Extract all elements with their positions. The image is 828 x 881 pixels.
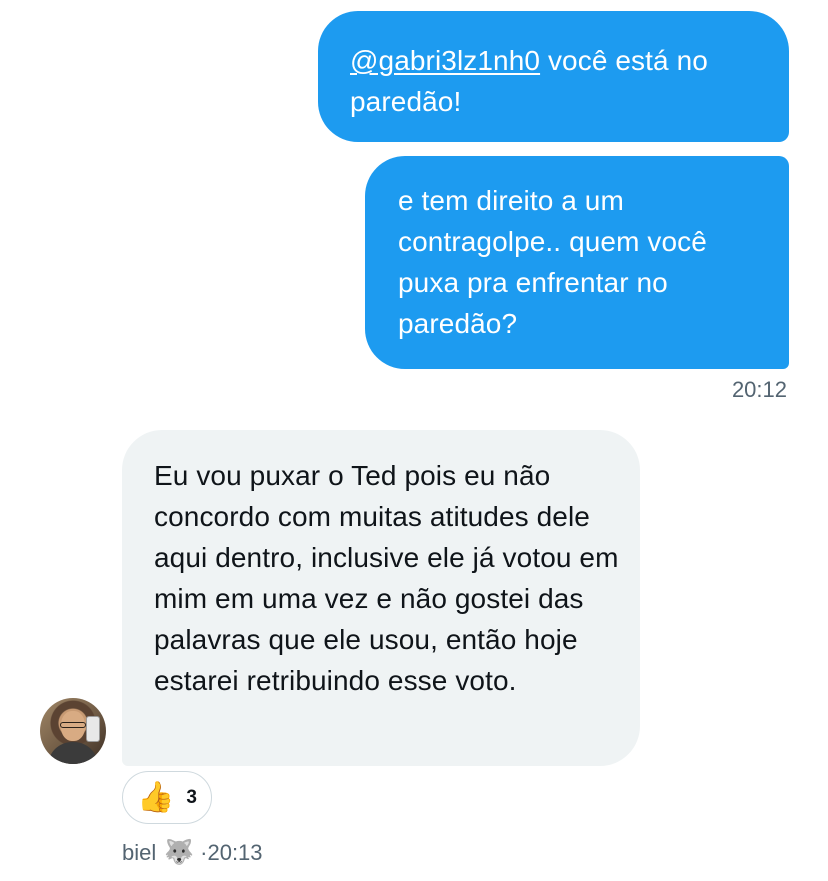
- reaction-count: 3: [186, 786, 197, 808]
- wolf-icon: 🐺: [164, 839, 195, 866]
- sender-name[interactable]: biel: [122, 840, 156, 866]
- reaction-pill[interactable]: 👍 3: [122, 771, 212, 824]
- thumbs-up-icon: 👍: [137, 780, 175, 814]
- incoming-meta: biel 🐺 · 20:13: [122, 838, 263, 867]
- avatar-phone: [86, 716, 100, 742]
- incoming-message[interactable]: Eu vou puxar o Ted pois eu não concordo …: [122, 430, 640, 766]
- outgoing-timestamp: 20:12: [731, 377, 787, 402]
- avatar-glasses: [60, 722, 86, 728]
- outgoing-message-2[interactable]: e tem direito a um contragolpe.. quem vo…: [365, 156, 789, 369]
- avatar-body: [48, 742, 98, 764]
- message-text: Eu vou puxar o Ted pois eu não concordo …: [154, 460, 619, 696]
- avatar[interactable]: [40, 698, 106, 764]
- outgoing-message-1[interactable]: @gabri3lz1nh0 você está no paredão!: [318, 11, 789, 142]
- message-text: e tem direito a um contragolpe.. quem vo…: [398, 185, 707, 339]
- incoming-timestamp: 20:13: [207, 839, 263, 865]
- meta-separator: ·: [200, 839, 208, 865]
- mention-link[interactable]: @gabri3lz1nh0: [350, 45, 540, 76]
